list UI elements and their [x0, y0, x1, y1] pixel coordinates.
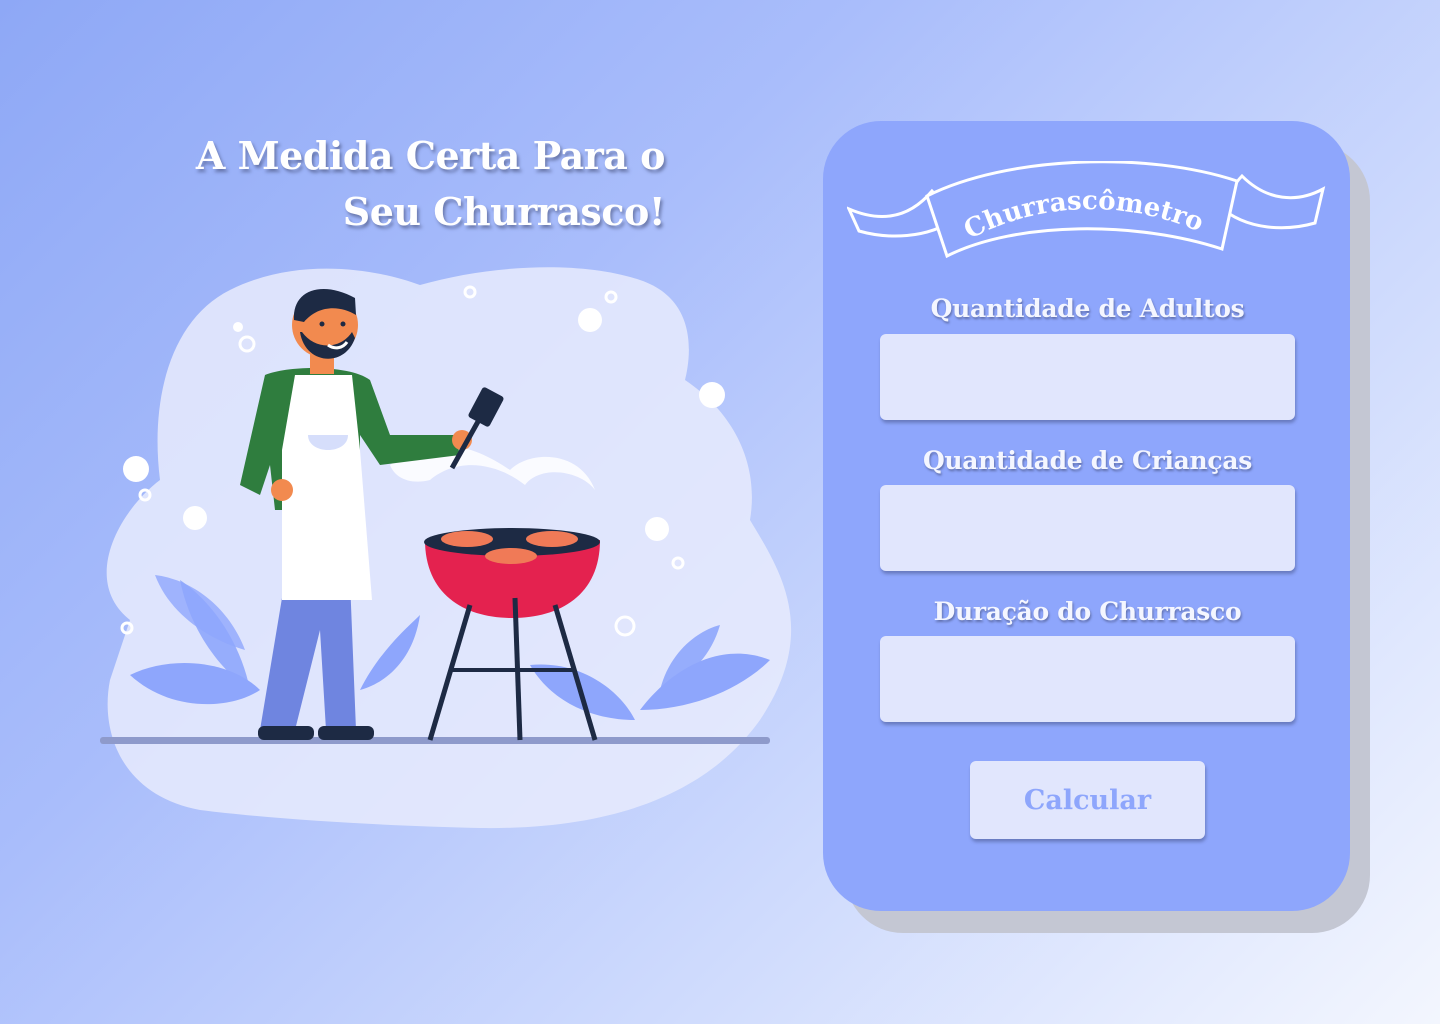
bbq-chef-illustration: [100, 267, 792, 829]
duration-input[interactable]: [880, 636, 1295, 722]
calculate-button[interactable]: Calcular: [970, 761, 1205, 839]
hero-title-line-1: A Medida Certa Para o: [195, 133, 666, 178]
hero-title: A Medida Certa Para o Seu Churrasco!: [180, 128, 666, 240]
hero-title-line-2: Seu Churrasco!: [342, 189, 666, 234]
children-input[interactable]: [880, 485, 1295, 571]
calculator-card: Churrascômetro Quantidade de Adultos Qua…: [823, 121, 1350, 911]
duration-label: Duração do Churrasco: [933, 597, 1242, 626]
ground-line: [100, 737, 770, 744]
adults-label: Quantidade de Adultos: [930, 294, 1245, 323]
ribbon-banner: Churrascômetro: [847, 161, 1326, 259]
children-label: Quantidade de Crianças: [922, 446, 1253, 475]
adults-input[interactable]: [880, 334, 1295, 420]
